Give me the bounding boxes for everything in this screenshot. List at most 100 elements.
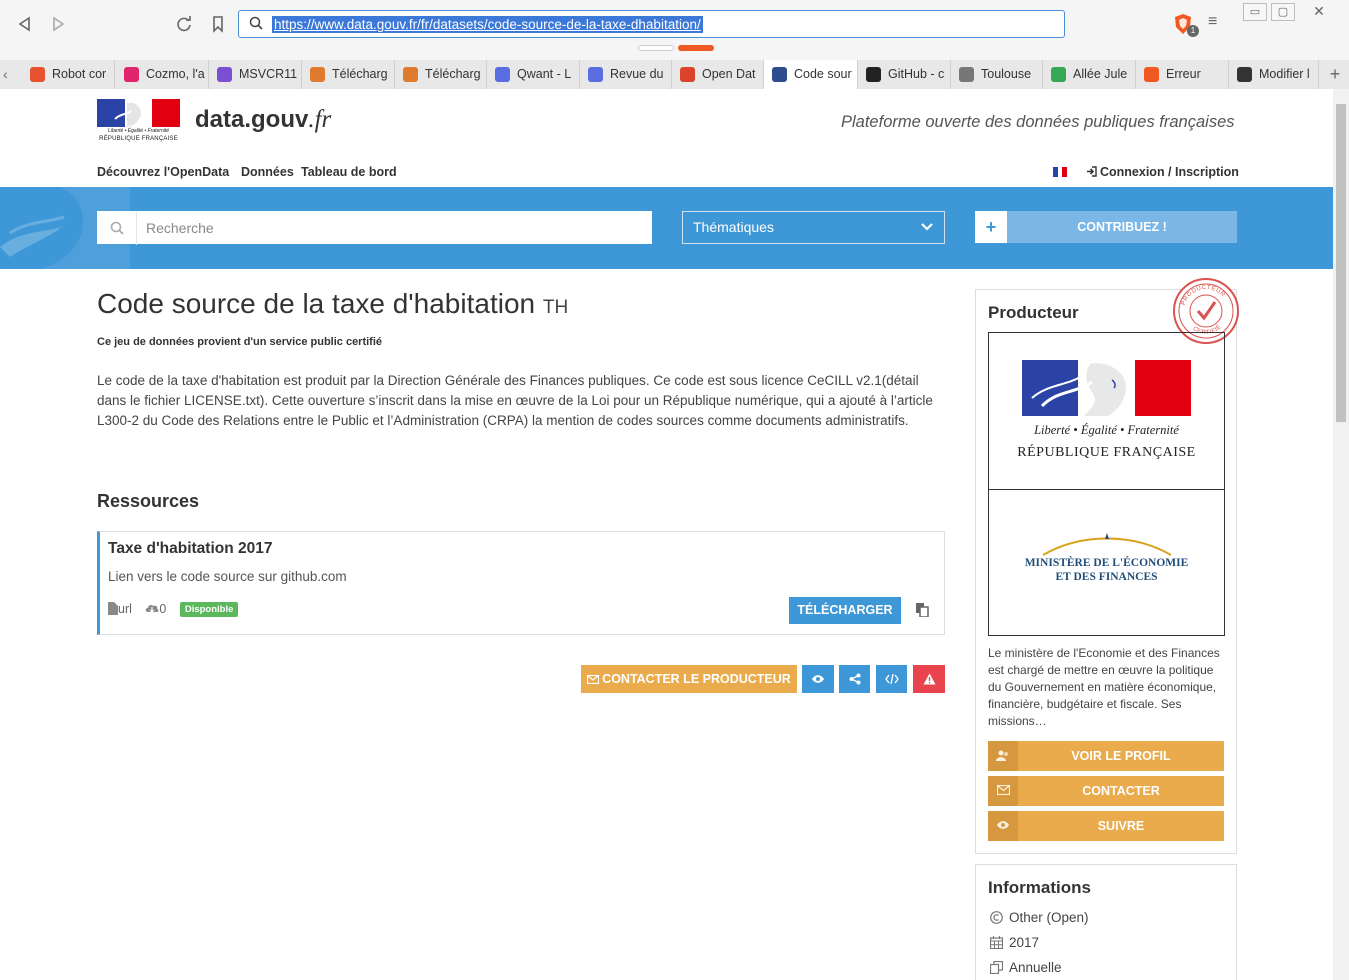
report-button[interactable] (913, 665, 945, 693)
status-badge: Disponible (179, 602, 239, 617)
browser-tab[interactable]: Code sour (764, 60, 858, 89)
site-tagline: Plateforme ouverte des données publiques… (841, 113, 1235, 131)
follow-dataset-button[interactable] (802, 665, 834, 693)
browser-tab[interactable]: Qwant - L (487, 60, 580, 89)
tab-favicon-icon (30, 67, 45, 82)
resource-meta: url 0 Disponible (108, 602, 239, 618)
login-link[interactable]: Connexion / Inscription (1086, 165, 1239, 179)
menu-icon[interactable]: ≡ (1208, 14, 1220, 30)
forward-icon[interactable] (47, 13, 69, 35)
browser-tab[interactable]: GitHub - c (858, 60, 951, 89)
search-icon (249, 16, 263, 30)
envelope-icon (587, 675, 600, 684)
tab-favicon-icon (959, 67, 974, 82)
reload-icon[interactable] (173, 13, 195, 35)
search-input[interactable] (146, 212, 646, 243)
republique-francaise-logo[interactable]: Liberté • Égalité • Fraternité RÉPUBLIQU… (97, 99, 180, 146)
tab-favicon-icon (1051, 67, 1066, 82)
resource-title[interactable]: Taxe d'habitation 2017 (108, 540, 272, 558)
nav-dashboard[interactable]: Tableau de bord (301, 165, 397, 179)
close-window-icon[interactable]: ✕ (1299, 3, 1339, 21)
address-bar[interactable]: https://www.data.gouv.fr/fr/datasets/cod… (238, 10, 1065, 38)
search-divider (136, 212, 137, 245)
plus-icon: + (975, 211, 1007, 243)
browser-tab[interactable]: MSVCR11 (209, 60, 302, 89)
marianne-logo-area: Liberté • Égalité • Fraternité RÉPUBLIQU… (989, 333, 1224, 490)
scrollbar-thumb[interactable] (1336, 104, 1346, 422)
nav-discover-opendata[interactable]: Découvrez l'OpenData (97, 165, 229, 179)
dataset-title-text: Code source de la taxe d'habitation (97, 288, 536, 319)
tab-label: MSVCR11 (239, 67, 298, 81)
certified-notice: Ce jeu de données provient d'un service … (97, 336, 383, 348)
dataset-title: Code source de la taxe d'habitation TH (97, 288, 568, 320)
marianne-icon (97, 99, 180, 127)
follow-label: SUIVRE (1097, 819, 1145, 833)
maximize-icon[interactable]: ▢ (1271, 3, 1295, 21)
browser-tab[interactable]: Allée Jule (1043, 60, 1136, 89)
browser-tab[interactable]: Toulouse (951, 60, 1043, 89)
new-tab-icon[interactable]: + (1325, 60, 1345, 89)
tab-group-indicator[interactable] (638, 45, 674, 51)
contact-producer-label: CONTACTER LE PRODUCTEUR (602, 672, 791, 686)
login-label: Connexion / Inscription (1100, 165, 1239, 179)
browser-tab[interactable]: Open Dat (672, 60, 764, 89)
nav-data[interactable]: Données (241, 165, 294, 179)
french-flag-icon[interactable] (1053, 167, 1067, 177)
tab-favicon-icon (680, 67, 695, 82)
search-hero: Thématiques + CONTRIBUEZ ! (0, 187, 1333, 269)
tab-label: Modifier l (1259, 67, 1310, 81)
browser-tab[interactable]: Revue du (580, 60, 672, 89)
shield-count-badge: 1 (1187, 25, 1199, 37)
url-text[interactable]: https://www.data.gouv.fr/fr/datasets/cod… (272, 16, 703, 33)
tab-favicon-icon (217, 67, 232, 82)
follow-button[interactable]: SUIVRE (988, 811, 1224, 841)
tab-label: Code sour (794, 67, 852, 81)
tab-label: Télécharg (425, 67, 481, 81)
eye-icon (997, 821, 1009, 829)
tab-label: Erreur (1166, 67, 1201, 81)
site-name[interactable]: data.gouv.fr (195, 106, 331, 134)
minimize-icon[interactable]: ▭ (1243, 3, 1267, 21)
back-icon[interactable] (14, 13, 36, 35)
contact-button[interactable]: CONTACTER (988, 776, 1224, 806)
producer-description: Le ministère de l'Economie et des Financ… (988, 646, 1220, 728)
search-icon (110, 221, 124, 235)
bookmark-icon[interactable] (207, 13, 229, 35)
tab-label: Open Dat (702, 67, 756, 81)
cloud-download-icon (146, 604, 159, 613)
tab-label: Qwant - L (517, 67, 572, 81)
resources-heading: Ressources (97, 491, 200, 511)
themes-dropdown[interactable]: Thématiques (682, 211, 945, 244)
tab-group-indicator-active[interactable] (678, 45, 714, 51)
logo-motto: Liberté • Égalité • Fraternité (1034, 423, 1179, 437)
embed-button[interactable] (876, 665, 907, 693)
share-button[interactable] (839, 665, 870, 693)
ministry-arc-icon (1042, 533, 1172, 556)
copy-icon[interactable] (916, 603, 929, 617)
browser-tab[interactable]: Télécharg (395, 60, 487, 89)
browser-tab[interactable]: Modifier l (1229, 60, 1319, 89)
dataset-description: Le code de la taxe d'habitation est prod… (97, 373, 933, 428)
info-license-value[interactable]: Other (Open) (1009, 910, 1089, 925)
tab-label: Télécharg (332, 67, 388, 81)
browser-tab[interactable]: Télécharg (302, 60, 395, 89)
producer-logo[interactable]: Liberté • Égalité • Fraternité RÉPUBLIQU… (988, 332, 1225, 636)
view-profile-button[interactable]: VOIR LE PROFIL (988, 741, 1224, 771)
browser-tab[interactable]: Erreur (1136, 60, 1229, 89)
site-name-ext: .fr (308, 106, 332, 133)
code-icon (884, 674, 899, 684)
contribute-button[interactable]: + CONTRIBUEZ ! (975, 211, 1237, 243)
search-box[interactable] (97, 211, 652, 245)
informations-heading: Informations (988, 878, 1091, 897)
envelope-icon (996, 785, 1010, 795)
info-frequency: Annuelle (990, 960, 1062, 975)
chevron-left-icon[interactable]: ‹ (3, 60, 19, 89)
contact-producer-button[interactable]: CONTACTER LE PRODUCTEUR (581, 665, 797, 693)
resource-card[interactable]: Taxe d'habitation 2017 Lien vers le code… (97, 531, 945, 635)
copyright-icon (990, 911, 1003, 924)
browser-tab[interactable]: Cozmo, l'a (116, 60, 209, 89)
info-year-value: 2017 (1009, 935, 1040, 950)
tab-favicon-icon (403, 67, 418, 82)
browser-tab[interactable]: Robot cor (22, 60, 115, 89)
download-button[interactable]: TÉLÉCHARGER (789, 597, 901, 624)
